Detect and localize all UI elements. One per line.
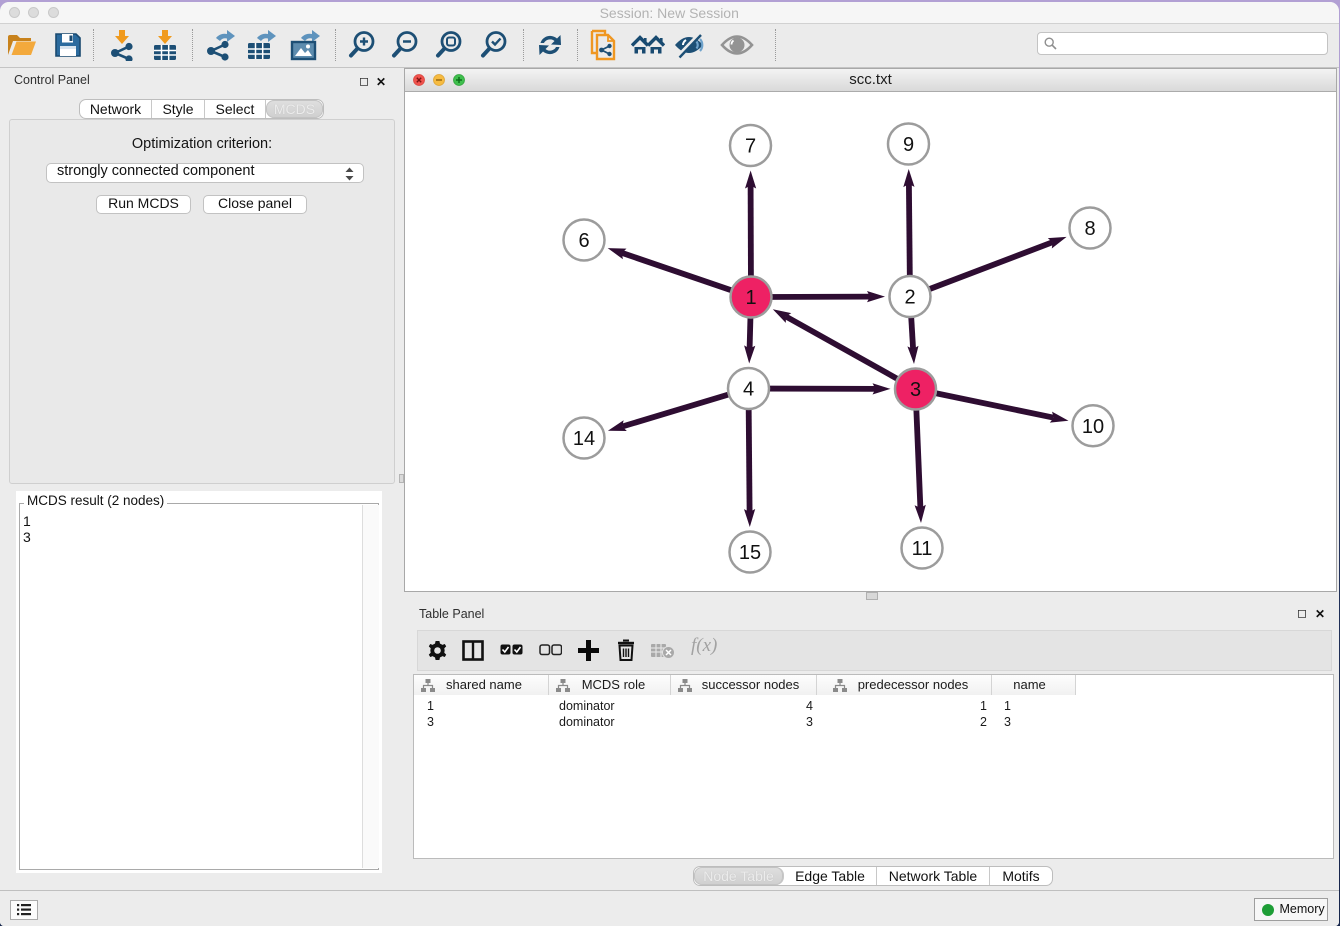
svg-text:2: 2: [904, 287, 915, 309]
svg-text:9: 9: [903, 134, 914, 156]
svg-text:7: 7: [745, 136, 756, 158]
svg-text:14: 14: [573, 428, 595, 450]
svg-text:10: 10: [1082, 416, 1104, 438]
svg-text:3: 3: [910, 379, 921, 401]
svg-text:8: 8: [1084, 218, 1095, 240]
svg-text:11: 11: [912, 538, 933, 560]
svg-text:4: 4: [743, 379, 754, 401]
svg-text:6: 6: [578, 230, 589, 252]
svg-text:15: 15: [739, 542, 761, 564]
svg-text:1: 1: [745, 287, 756, 309]
